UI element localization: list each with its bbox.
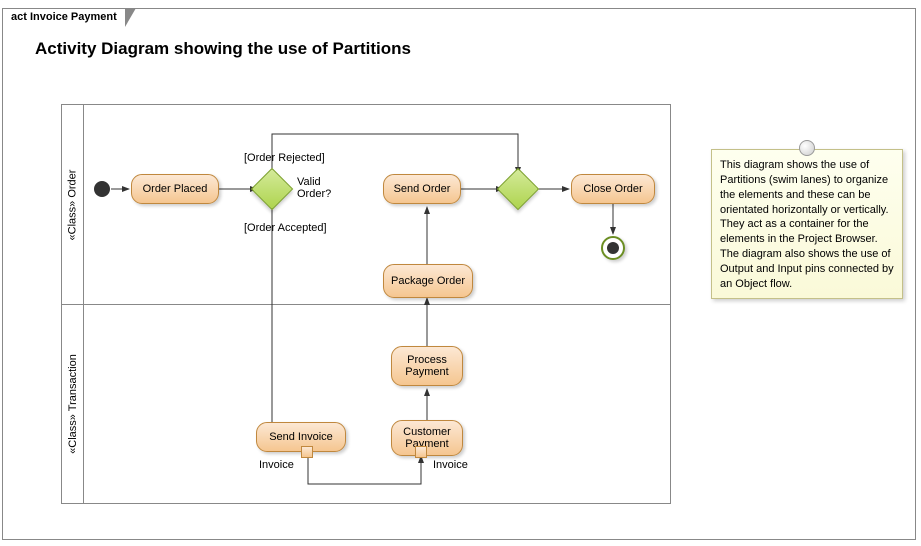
partition-order: «Class» Order [61, 104, 671, 304]
activity-send-order: Send Order [383, 174, 461, 204]
activity-customer-payment: Customer Payment [391, 420, 463, 456]
final-node [601, 236, 625, 260]
activity-order-placed: Order Placed [131, 174, 219, 204]
guard-order-rejected: [Order Rejected] [244, 152, 325, 164]
activity-package-order: Package Order [383, 264, 473, 298]
activity-close-order: Close Order [571, 174, 655, 204]
diagram-title: Activity Diagram showing the use of Part… [35, 39, 411, 59]
pushpin-icon [799, 140, 815, 156]
pin-invoice-out-label: Invoice [259, 459, 294, 471]
diagram-frame: act Invoice Payment Activity Diagram sho… [2, 8, 916, 540]
frame-tab: act Invoice Payment [2, 8, 126, 25]
partition-transaction: «Class» Transaction [61, 304, 671, 504]
pin-invoice-in-label: Invoice [433, 459, 468, 471]
partition-order-label: «Class» Order [62, 105, 84, 304]
note-text: This diagram shows the use of Partitions… [720, 159, 894, 290]
pin-invoice-out [301, 446, 313, 458]
partition-transaction-label: «Class» Transaction [62, 305, 84, 503]
initial-node [94, 181, 110, 197]
activity-process-payment: Process Payment [391, 346, 463, 386]
diagram-note: This diagram shows the use of Partitions… [711, 149, 903, 299]
diagram-area: «Class» Order «Class» Transaction [61, 104, 671, 504]
decision-valid-order-label: Valid Order? [297, 176, 339, 200]
frame-label: act Invoice Payment [11, 11, 117, 23]
pin-invoice-in [415, 446, 427, 458]
guard-order-accepted: [Order Accepted] [244, 222, 327, 234]
